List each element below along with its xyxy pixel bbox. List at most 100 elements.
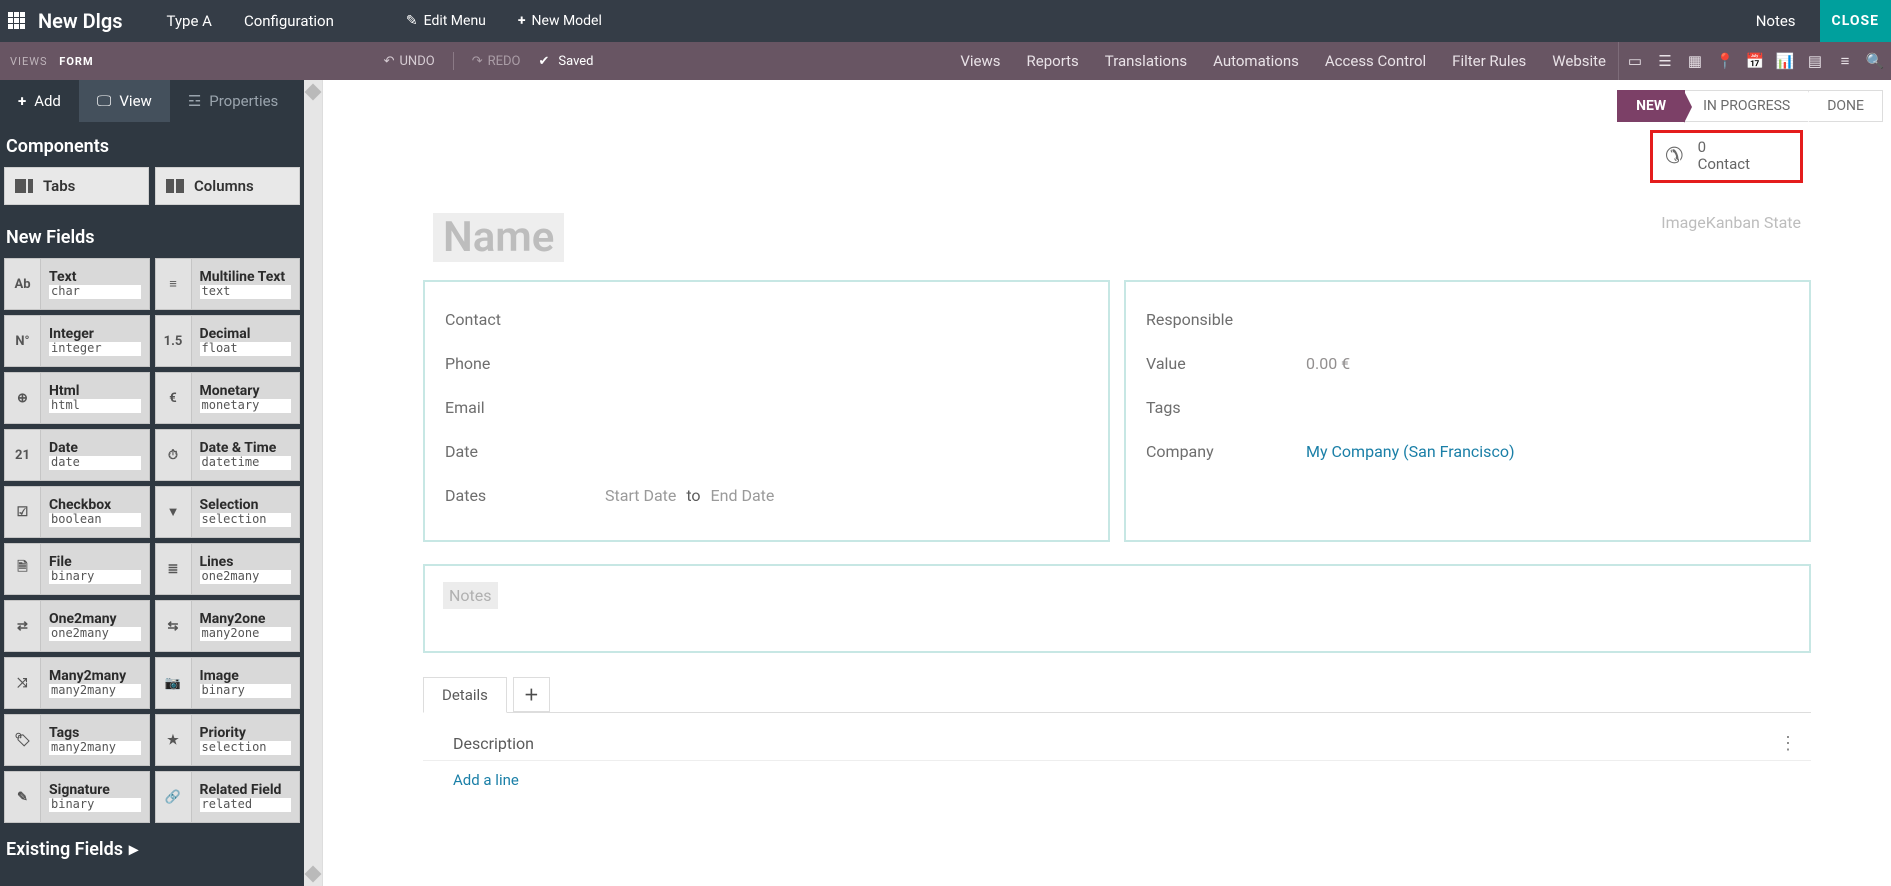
field-one2many-12[interactable]: ⇄One2manyone2many — [4, 600, 150, 652]
field-type: float — [200, 342, 292, 356]
field-float-3[interactable]: 1.5Decimalfloat — [155, 315, 301, 367]
field-selection-9[interactable]: ▼Selectionselection — [155, 486, 301, 538]
field-name: Checkbox — [49, 497, 141, 513]
notes-box[interactable]: Notes — [423, 564, 1811, 653]
component-columns[interactable]: Columns — [155, 167, 300, 205]
status-new[interactable]: NEW — [1617, 90, 1685, 122]
link-translations[interactable]: Translations — [1105, 52, 1187, 70]
field-name: Date — [49, 440, 141, 456]
field-binary-15[interactable]: 📷Imagebinary — [155, 657, 301, 709]
edit-menu-label: Edit Menu — [424, 13, 486, 29]
component-tabs[interactable]: Tabs — [4, 167, 149, 205]
field-type-icon: ⇄ — [5, 601, 41, 651]
field-value[interactable]: 0.00 € — [1306, 354, 1350, 373]
view-map-icon[interactable]: 📍 — [1717, 53, 1733, 69]
label-phone: Phone — [445, 354, 605, 373]
field-related-19[interactable]: 🔗Related Fieldrelated — [155, 771, 301, 823]
field-type: html — [49, 399, 141, 413]
field-date-6[interactable]: 21Datedate — [4, 429, 150, 481]
sidebar-tab-add[interactable]: +Add — [0, 80, 79, 122]
field-many2many-14[interactable]: ⤨Many2manymany2many — [4, 657, 150, 709]
form-label: FORM — [59, 55, 93, 68]
menu-type-a[interactable]: Type A — [151, 12, 228, 30]
undo-button[interactable]: ↶UNDO — [384, 54, 435, 69]
field-integer-2[interactable]: N°Integerinteger — [4, 315, 150, 367]
field-company[interactable]: My Company (San Francisco) — [1306, 442, 1515, 461]
name-field[interactable]: Name — [433, 213, 564, 262]
field-type: datetime — [200, 456, 292, 470]
field-binary-18[interactable]: ✎Signaturebinary — [4, 771, 150, 823]
field-name: File — [49, 554, 141, 570]
link-reports[interactable]: Reports — [1027, 52, 1079, 70]
field-many2one-13[interactable]: ⇆Many2onemany2one — [155, 600, 301, 652]
add-tab-button[interactable]: ＋ — [513, 677, 550, 712]
view-form-icon[interactable]: ▭ — [1627, 53, 1643, 69]
field-selection-17[interactable]: ★Priorityselection — [155, 714, 301, 766]
field-char-0[interactable]: AbTextchar — [4, 258, 150, 310]
status-bar[interactable]: NEW IN PROGRESS DONE — [1617, 90, 1883, 122]
field-name: Integer — [49, 326, 141, 342]
field-datetime-7[interactable]: ⏱Date & Timedatetime — [155, 429, 301, 481]
field-name: Tags — [49, 725, 141, 741]
field-name: Html — [49, 383, 141, 399]
field-monetary-5[interactable]: €Monetarymonetary — [155, 372, 301, 424]
label-date: Date — [445, 442, 605, 461]
field-one2many-11[interactable]: ≣Linesone2many — [155, 543, 301, 595]
link-views[interactable]: Views — [960, 52, 1000, 70]
component-columns-label: Columns — [194, 177, 254, 195]
saved-label: Saved — [558, 54, 593, 69]
view-search-icon[interactable]: 🔍 — [1867, 53, 1883, 69]
sidebar-tab-properties[interactable]: ☲Properties — [170, 80, 296, 122]
view-pivot-icon[interactable]: ▤ — [1807, 53, 1823, 69]
view-activity-icon[interactable]: ≡ — [1837, 53, 1853, 69]
redo-label: REDO — [488, 54, 521, 69]
existing-fields-heading[interactable]: Existing Fields ▸ — [0, 823, 304, 864]
link-website[interactable]: Website — [1552, 52, 1606, 70]
image-kanban-state[interactable]: ImageKanban State — [1661, 213, 1801, 232]
status-in-progress[interactable]: IN PROGRESS — [1685, 90, 1809, 122]
redo-button[interactable]: ↷REDO — [472, 54, 521, 69]
status-done[interactable]: DONE — [1809, 90, 1883, 122]
smart-button-contact[interactable]: ✆ 0 Contact — [1650, 130, 1803, 183]
field-type: char — [49, 285, 141, 299]
existing-fields-label: Existing Fields — [6, 839, 123, 860]
sidebar-tab-properties-label: Properties — [209, 92, 278, 110]
end-date-placeholder[interactable]: End Date — [711, 486, 775, 505]
smart-button-count: 0 — [1698, 139, 1750, 156]
field-boolean-8[interactable]: ☑Checkboxboolean — [4, 486, 150, 538]
label-dates: Dates — [445, 486, 605, 505]
undo-label: UNDO — [400, 54, 435, 69]
view-graph-icon[interactable]: 📊 — [1777, 53, 1793, 69]
field-many2many-16[interactable]: 🏷Tagsmany2many — [4, 714, 150, 766]
sidebar-scrollbar[interactable] — [304, 80, 322, 886]
close-button[interactable]: CLOSE — [1820, 0, 1891, 42]
field-text-1[interactable]: ≡Multiline Texttext — [155, 258, 301, 310]
kebab-icon[interactable]: ⋮ — [1779, 733, 1797, 754]
apps-icon[interactable] — [8, 12, 26, 30]
link-automations[interactable]: Automations — [1213, 52, 1299, 70]
field-dates[interactable]: Start Date to End Date — [605, 486, 774, 505]
link-filter-rules[interactable]: Filter Rules — [1452, 52, 1526, 70]
link-access-control[interactable]: Access Control — [1325, 52, 1426, 70]
left-group: Contact Phone Email Date Dates Start Dat… — [423, 280, 1110, 542]
view-kanban-icon[interactable]: ▦ — [1687, 53, 1703, 69]
view-list-icon[interactable]: ☰ — [1657, 53, 1673, 69]
edit-menu-link[interactable]: ✎Edit Menu — [390, 13, 502, 29]
field-binary-10[interactable]: 🗎Filebinary — [4, 543, 150, 595]
view-calendar-icon[interactable]: 📅 — [1747, 53, 1763, 69]
tabs-icon — [15, 179, 33, 193]
dates-to: to — [686, 486, 700, 505]
field-html-4[interactable]: ⊕Htmlhtml — [4, 372, 150, 424]
notes-link[interactable]: Notes — [1740, 12, 1812, 30]
menu-configuration[interactable]: Configuration — [228, 12, 350, 30]
field-name: Multiline Text — [200, 269, 292, 285]
add-a-line[interactable]: Add a line — [423, 761, 1811, 819]
start-date-placeholder[interactable]: Start Date — [605, 486, 676, 505]
field-type: binary — [49, 570, 141, 584]
sidebar-tab-view[interactable]: 🖵View — [79, 80, 170, 122]
field-type-icon: ★ — [156, 715, 192, 765]
new-model-link[interactable]: +New Model — [502, 13, 618, 29]
field-type-icon: ⏱ — [156, 430, 192, 480]
tab-details[interactable]: Details — [423, 677, 507, 713]
smart-button-label: Contact — [1698, 156, 1750, 173]
